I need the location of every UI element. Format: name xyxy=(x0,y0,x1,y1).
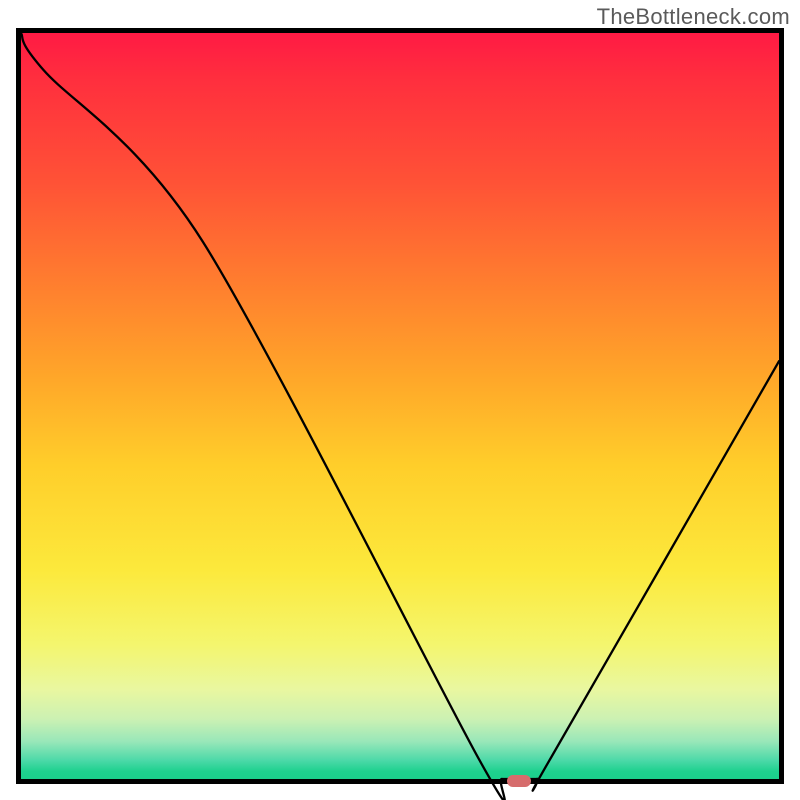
minimum-marker xyxy=(507,775,531,787)
bottleneck-curve-svg xyxy=(21,33,779,779)
plot-frame xyxy=(16,28,784,784)
chart-container: TheBottleneck.com xyxy=(0,0,800,800)
bottleneck-curve xyxy=(21,33,779,800)
watermark-label: TheBottleneck.com xyxy=(597,4,790,30)
